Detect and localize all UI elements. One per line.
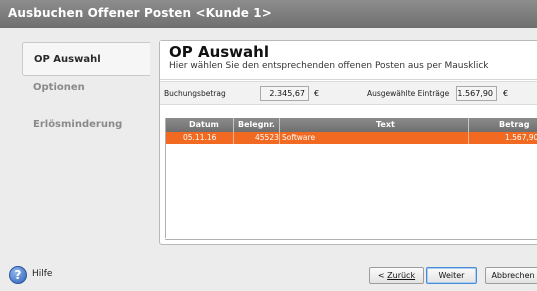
cell-belegnr: 45523	[255, 133, 279, 142]
cell-divider	[233, 132, 234, 144]
column-header-datum[interactable]: Datum	[189, 120, 219, 129]
cancel-button[interactable]: Abbrechen	[485, 267, 537, 284]
dialog-footer: ? Hilfe < Zurück Weiter Abbrechen	[0, 260, 537, 291]
dialog-window: Ausbuchen Offener Posten <Kunde 1> OP Au…	[0, 0, 537, 291]
title-bar[interactable]: Ausbuchen Offener Posten <Kunde 1>	[0, 0, 537, 28]
table-row[interactable]: 05.11.16 45523 Software 1.567,90	[166, 132, 537, 144]
cell-datum: 05.11.16	[183, 133, 217, 142]
page-subtitle: Hier wählen Sie den entsprechenden offen…	[169, 61, 489, 71]
ausgewaehlte-eintraege-label: Ausgewählte Einträge	[367, 89, 450, 98]
window-title: Ausbuchen Offener Posten <Kunde 1>	[8, 6, 272, 20]
page-title: OP Auswahl	[169, 43, 269, 61]
back-button-label: Zurück	[387, 271, 416, 280]
dialog-body: OP Auswahl Optionen Erlösminderung OP Au…	[0, 28, 537, 260]
buchungsbetrag-field[interactable]: 2.345,67	[260, 86, 309, 101]
back-button[interactable]: < Zurück	[369, 267, 424, 284]
sidebar-item-optionen[interactable]: Optionen	[22, 76, 150, 100]
open-items-table: Datum Belegnr. Text Betrag 05.11.16 4552…	[165, 118, 537, 238]
cell-betrag: 1.567,90	[505, 133, 537, 142]
column-divider[interactable]	[233, 118, 234, 132]
table-bottom-border	[165, 239, 537, 240]
cell-divider	[279, 132, 280, 144]
sidebar-item-op-auswahl[interactable]: OP Auswahl	[22, 42, 150, 76]
ausgewaehlte-eintraege-unit: €	[503, 89, 509, 98]
column-divider[interactable]	[279, 118, 280, 132]
back-button-prefix: <	[377, 271, 388, 280]
next-button[interactable]: Weiter	[426, 267, 477, 284]
column-header-betrag[interactable]: Betrag	[499, 120, 529, 129]
column-header-text[interactable]: Text	[376, 120, 395, 129]
column-header-belegnr[interactable]: Belegnr.	[238, 120, 275, 129]
ausgewaehlte-eintraege-field: 1.567,90	[456, 86, 497, 101]
sidebar-item-erloesminderung[interactable]: Erlösminderung	[22, 113, 150, 137]
buchungsbetrag-unit: €	[314, 89, 320, 98]
panel-header: OP Auswahl Hier wählen Sie den entsprech…	[160, 41, 537, 77]
help-label[interactable]: Hilfe	[32, 269, 52, 279]
table-header: Datum Belegnr. Text Betrag	[166, 118, 537, 132]
buchungsbetrag-label: Buchungsbetrag	[164, 89, 226, 98]
cell-divider	[468, 132, 469, 144]
cell-text: Software	[282, 133, 316, 142]
header-divider	[160, 79, 537, 80]
column-divider[interactable]	[468, 118, 469, 132]
help-question-icon[interactable]: ?	[9, 266, 27, 284]
amount-fields: Buchungsbetrag 2.345,67 € Ausgewählte Ei…	[160, 81, 537, 105]
content-panel: OP Auswahl Hier wählen Sie den entsprech…	[159, 40, 537, 245]
